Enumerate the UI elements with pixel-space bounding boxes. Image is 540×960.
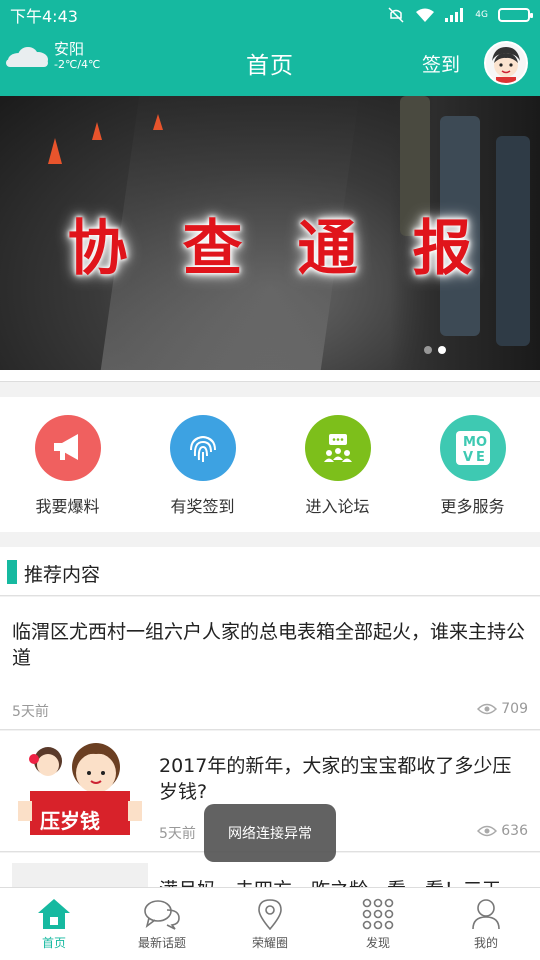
wifi-icon — [416, 8, 435, 22]
article-thumbnail: 压岁钱 — [12, 739, 148, 843]
nav-label: 首页 — [41, 936, 66, 950]
forum-icon — [304, 415, 371, 481]
carousel-dot-active[interactable] — [438, 346, 446, 354]
article-views: 709 — [477, 701, 528, 717]
divider — [0, 370, 540, 382]
avatar-icon — [486, 43, 526, 83]
article-title: 临渭区尤西村一组六户人家的总电表箱全部起火，谁来主持公道 — [12, 621, 526, 669]
network-label: 4G — [475, 10, 488, 20]
person-icon — [472, 899, 500, 930]
home-icon — [38, 899, 70, 929]
nav-label: 发现 — [365, 936, 390, 950]
bottom-nav: 首页 最新话题 荣耀圈 发现 我的 — [0, 887, 540, 960]
status-time: 下午4:43 — [10, 7, 78, 26]
svg-text:E: E — [476, 450, 485, 465]
move-icon: M O V E — [439, 415, 506, 481]
service-signin[interactable]: 有奖签到 — [135, 397, 270, 532]
status-icons: 4G — [387, 6, 533, 24]
service-label: 有奖签到 — [170, 497, 235, 516]
banner-carousel[interactable]: 协 查 通 报 — [0, 96, 540, 370]
banner-headline: 协 查 通 报 — [0, 200, 540, 287]
app-header: 安阳 -2℃/4℃ 首页 签到 — [0, 30, 540, 96]
fingerprint-icon — [169, 415, 236, 481]
megaphone-icon — [34, 415, 101, 481]
chat-icon — [144, 900, 180, 930]
avatar[interactable] — [484, 41, 528, 85]
view-count: 709 — [501, 701, 528, 717]
mute-icon — [388, 7, 404, 23]
service-label: 更多服务 — [440, 497, 505, 516]
svg-text:V: V — [463, 450, 473, 465]
service-baoliao[interactable]: 我要爆料 — [0, 397, 135, 532]
svg-text:M: M — [463, 435, 476, 450]
banner-char: 报 — [412, 214, 473, 284]
traffic-cone — [153, 114, 163, 130]
battery-icon — [498, 8, 533, 22]
article-item[interactable]: 临渭区尤西村一组六户人家的总电表箱全部起火，谁来主持公道 5天前 709 — [0, 597, 540, 730]
grid-dots-icon — [362, 898, 394, 930]
status-bar: 下午4:43 4G — [0, 0, 540, 30]
section-accent-bar — [7, 560, 17, 584]
nav-label: 我的 — [473, 936, 498, 950]
traffic-cone — [48, 138, 62, 164]
signin-button[interactable]: 签到 — [422, 50, 460, 77]
thumbnail-text: 压岁钱 — [40, 809, 100, 833]
banner-char: 查 — [182, 214, 243, 284]
service-label: 我要爆料 — [35, 497, 100, 516]
carousel-indicator — [424, 346, 446, 354]
eye-icon — [477, 825, 498, 837]
nav-topics[interactable]: 最新话题 — [108, 888, 216, 960]
view-count: 636 — [501, 823, 528, 839]
svg-text:O: O — [476, 435, 487, 450]
nav-honor[interactable]: 荣耀圈 — [216, 888, 324, 960]
carousel-dot[interactable] — [424, 346, 432, 354]
banner-char: 协 — [67, 214, 128, 284]
service-more[interactable]: M O V E 更多服务 — [405, 397, 540, 532]
nav-mine[interactable]: 我的 — [432, 888, 540, 960]
toast-message: 网络连接异常 — [204, 804, 336, 862]
signal-icon — [445, 8, 464, 22]
article-time: 5天前 — [159, 826, 196, 842]
nav-label: 最新话题 — [137, 936, 186, 950]
service-label: 进入论坛 — [305, 497, 370, 516]
service-grid: 我要爆料 有奖签到 进入论坛 M O V E 更多服务 — [0, 397, 540, 532]
article-time: 5天前 — [12, 704, 49, 720]
recommend-header: 推荐内容 — [0, 547, 540, 596]
eye-icon — [477, 703, 498, 715]
traffic-cone — [92, 122, 102, 140]
article-title: 2017年的新年，大家的宝宝都收了多少压岁钱? — [159, 755, 512, 803]
section-title: 推荐内容 — [24, 564, 101, 586]
location-pin-icon — [258, 899, 282, 930]
banner-char: 通 — [297, 214, 358, 284]
service-forum[interactable]: 进入论坛 — [270, 397, 405, 532]
nav-discover[interactable]: 发现 — [324, 888, 432, 960]
article-views: 636 — [477, 823, 528, 839]
nav-home[interactable]: 首页 — [0, 888, 108, 960]
nav-label: 荣耀圈 — [251, 936, 288, 950]
